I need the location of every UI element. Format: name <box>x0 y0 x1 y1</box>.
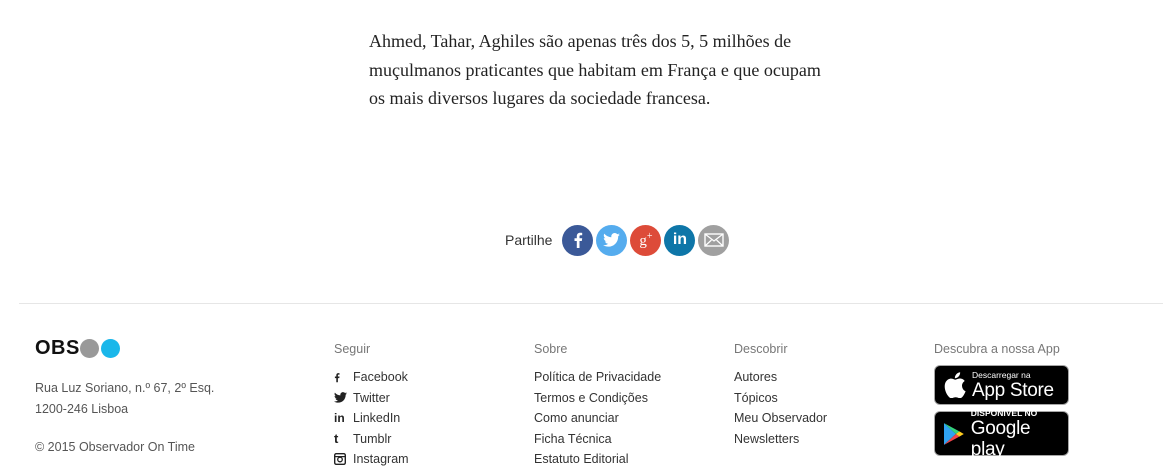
tumblr-icon: t <box>334 430 339 446</box>
facebook-icon <box>574 232 583 248</box>
logo-text: OBS <box>35 336 80 359</box>
follow-tumblr-link[interactable]: t Tumblr <box>334 429 409 450</box>
about-title: Sobre <box>534 342 568 356</box>
share-bar: Partilhe g+ in <box>505 224 732 256</box>
follow-linkedin-label: LinkedIn <box>353 411 401 425</box>
discover-link-authors[interactable]: Autores <box>734 367 827 388</box>
logo-dot-grey <box>79 338 99 358</box>
google-play-badge[interactable]: DISPONÍVEL NO Google play <box>934 407 1069 460</box>
about-link-editorial[interactable]: Estatuto Editorial <box>534 449 661 467</box>
address: Rua Luz Soriano, n.º 67, 2º Esq. 1200-24… <box>35 378 214 420</box>
about-column: Sobre Política de Privacidade Termos e C… <box>534 340 661 467</box>
article-paragraph: Ahmed, Tahar, Aghiles são apenas três do… <box>369 31 821 108</box>
google-play-icon <box>943 422 964 445</box>
discover-link-my-observador[interactable]: Meu Observador <box>734 408 827 429</box>
facebook-icon <box>334 372 348 383</box>
follow-tumblr-label: Tumblr <box>353 431 392 446</box>
follow-column: Seguir Facebook Twitter in LinkedIn t Tu… <box>334 340 409 467</box>
discover-link-topics[interactable]: Tópicos <box>734 388 827 409</box>
follow-facebook-link[interactable]: Facebook <box>334 367 409 388</box>
address-line-2: 1200-246 Lisboa <box>35 402 129 416</box>
follow-twitter-label: Twitter <box>353 390 390 405</box>
email-icon <box>704 233 724 247</box>
app-store-big-text: App Store <box>972 379 1054 401</box>
follow-instagram-label: Instagram <box>353 452 409 466</box>
about-link-advertise[interactable]: Como anunciar <box>534 408 661 429</box>
share-twitter-button[interactable] <box>596 224 628 256</box>
follow-title: Seguir <box>334 342 371 356</box>
google-play-small-text: DISPONÍVEL NO <box>970 407 1038 418</box>
app-store-badge[interactable]: Descarregar na App Store <box>934 365 1069 405</box>
share-facebook-button[interactable] <box>562 224 594 256</box>
linkedin-icon: in <box>672 231 688 248</box>
apple-icon <box>944 372 966 398</box>
twitter-icon <box>334 392 348 403</box>
google-plus-icon: g+ <box>639 230 653 249</box>
app-column: Descubra a nossa App <box>934 340 1060 367</box>
logo-dot-blue <box>100 338 120 358</box>
app-store-small-text: Descarregar na <box>972 369 1031 380</box>
discover-link-newsletters[interactable]: Newsletters <box>734 429 827 450</box>
twitter-icon <box>603 233 621 247</box>
follow-linkedin-link[interactable]: in LinkedIn <box>334 408 409 429</box>
observador-logo[interactable]: OBS <box>35 336 120 359</box>
google-play-big-text: Google play <box>970 417 1031 460</box>
about-link-staff[interactable]: Ficha Técnica <box>534 429 661 450</box>
about-link-terms[interactable]: Termos e Condições <box>534 388 661 409</box>
follow-instagram-link[interactable]: Instagram <box>334 449 409 467</box>
copyright: © 2015 Observador On Time <box>35 440 195 454</box>
share-linkedin-button[interactable]: in <box>664 224 696 256</box>
follow-twitter-link[interactable]: Twitter <box>334 388 409 409</box>
instagram-icon <box>334 453 348 466</box>
about-link-privacy[interactable]: Política de Privacidade <box>534 367 661 388</box>
share-label: Partilhe <box>505 232 553 248</box>
share-google-plus-button[interactable]: g+ <box>630 224 662 256</box>
discover-title: Descobrir <box>734 342 788 356</box>
follow-facebook-label: Facebook <box>353 370 408 384</box>
discover-column: Descobrir Autores Tópicos Meu Observador… <box>734 340 827 449</box>
address-line-1: Rua Luz Soriano, n.º 67, 2º Esq. <box>35 381 215 395</box>
linkedin-icon: in <box>334 411 345 425</box>
app-title: Descubra a nossa App <box>934 342 1060 356</box>
footer-divider <box>19 303 1163 304</box>
share-email-button[interactable] <box>698 224 730 256</box>
